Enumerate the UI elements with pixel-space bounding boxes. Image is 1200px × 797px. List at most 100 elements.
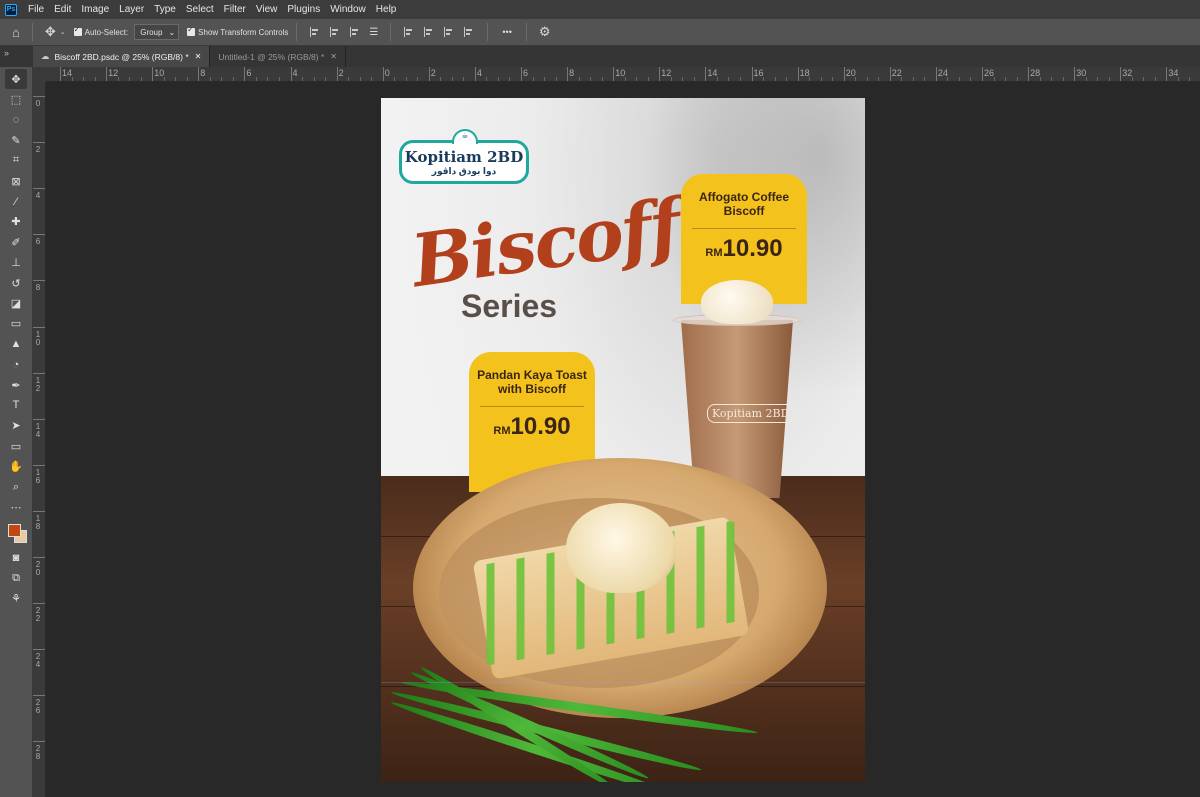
tab-biscoff-document[interactable]: ☁ Biscoff 2BD.psdc @ 25% (RGB/8) * ✕: [33, 46, 211, 67]
ruler-minor-tick: [970, 77, 972, 81]
menu-help[interactable]: Help: [371, 4, 402, 15]
ruler-minor-tick: [71, 77, 73, 81]
ruler-minor-tick: [163, 77, 165, 81]
settings-gear-icon[interactable]: ⚙: [539, 24, 551, 40]
ruler-minor-tick: [947, 77, 949, 81]
ruler-minor-tick: [866, 77, 868, 81]
eyedropper-tool-icon[interactable]: ⁄: [5, 191, 27, 211]
menu-layer[interactable]: Layer: [114, 4, 149, 15]
canvas-area[interactable]: ☕ Kopitiam 2BD دوا بودق داڤور Biscoff Se…: [46, 82, 1200, 797]
generative-icon[interactable]: ⚘: [5, 588, 27, 608]
brand-logo: ☕ Kopitiam 2BD دوا بودق داڤور: [399, 129, 529, 184]
poster-title: Biscoff: [406, 181, 685, 304]
align-right-edges-icon[interactable]: [350, 27, 360, 37]
ruler-label: 28: [35, 744, 41, 762]
ruler-label: 26: [35, 698, 41, 716]
ruler-label: 32: [1122, 68, 1133, 78]
ruler-tick: [33, 603, 45, 605]
ruler-label: 20: [35, 560, 41, 577]
color-swatches[interactable]: [5, 522, 27, 548]
history-brush-tool-icon[interactable]: ↺: [5, 273, 27, 293]
dodge-tool-icon[interactable]: ◔: [5, 354, 27, 374]
ruler-minor-tick: [924, 77, 926, 81]
menu-window[interactable]: Window: [325, 4, 371, 15]
ruler-minor-tick: [878, 77, 880, 81]
price-value: 10.90: [722, 235, 783, 262]
menu-type[interactable]: Type: [149, 4, 181, 15]
tools-panel: ✥ ⬚ ◌ ✎ ⌗ ⊠ ⁄ ✚ ✐ ⊥ ↺ ◪ ▭ ▲ ◔ ✒ T ➤ ▭ ✋ …: [0, 67, 33, 797]
menu-select[interactable]: Select: [181, 4, 219, 15]
show-transform-checkbox[interactable]: [187, 25, 196, 36]
ruler-minor-tick: [912, 77, 914, 81]
blur-tool-icon[interactable]: ▲: [5, 334, 27, 354]
foreground-color-swatch[interactable]: [8, 523, 21, 537]
tool-preset-chevron-down-icon[interactable]: ⌄: [60, 28, 66, 36]
frame-tool-icon[interactable]: ⊠: [5, 171, 27, 191]
move-tool-icon[interactable]: ✥: [45, 24, 56, 40]
screen-mode-icon[interactable]: ⧉: [5, 568, 27, 588]
close-icon[interactable]: ✕: [195, 52, 202, 61]
healing-brush-tool-icon[interactable]: ✚: [5, 212, 27, 232]
ruler-tick: [290, 67, 292, 81]
rectangle-tool-icon[interactable]: ▭: [5, 436, 27, 456]
double-chevron-icon[interactable]: »: [4, 48, 9, 58]
hand-tool-icon[interactable]: ✋: [5, 456, 27, 476]
align-top-edges-icon[interactable]: [404, 27, 414, 37]
crop-tool-icon[interactable]: ⌗: [5, 151, 27, 171]
ruler-label: 12: [35, 375, 41, 393]
horizontal-ruler[interactable]: 14 12 10 8 6 4 2 0 2 4 6 8 10 12 14 16 18 20 22 24 26 28 30 32 3…: [46, 67, 1200, 82]
ruler-minor-tick: [175, 77, 177, 81]
align-bottom-edges-icon[interactable]: [444, 27, 454, 37]
marquee-tool-icon[interactable]: ⬚: [5, 89, 27, 109]
path-selection-tool-icon[interactable]: ➤: [5, 416, 27, 436]
more-options-icon[interactable]: •••: [502, 27, 511, 37]
gradient-tool-icon[interactable]: ▭: [5, 314, 27, 334]
ruler-tick: [382, 67, 384, 81]
close-icon[interactable]: ✕: [330, 52, 337, 61]
eraser-tool-icon[interactable]: ◪: [5, 293, 27, 313]
quick-mask-icon[interactable]: ◙: [5, 548, 27, 568]
distribute-icon[interactable]: ☰: [369, 27, 378, 38]
distribute-vertical-icon[interactable]: [464, 27, 474, 37]
document-canvas[interactable]: ☕ Kopitiam 2BD دوا بودق داڤور Biscoff Se…: [381, 98, 865, 782]
ruler-tick: [567, 67, 569, 81]
brush-tool-icon[interactable]: ✐: [5, 232, 27, 252]
align-horizontal-centers-icon[interactable]: [330, 27, 340, 37]
align-vertical-centers-icon[interactable]: [424, 27, 434, 37]
menu-view[interactable]: View: [251, 4, 283, 15]
vertical-ruler[interactable]: 0246810121416182022242628: [33, 82, 46, 797]
menu-file[interactable]: File: [23, 4, 49, 15]
menu-filter[interactable]: Filter: [219, 4, 251, 15]
edit-toolbar-icon[interactable]: ⋯: [5, 497, 27, 517]
ruler-minor-tick: [624, 77, 626, 81]
align-left-edges-icon[interactable]: [310, 27, 320, 37]
poster-subtitle: Series: [461, 288, 558, 324]
toolbar-collapse[interactable]: »: [0, 46, 33, 67]
cloud-icon: ☁: [41, 51, 50, 61]
move-tool-icon[interactable]: ✥: [5, 69, 27, 90]
menu-edit[interactable]: Edit: [49, 4, 76, 15]
type-tool-icon[interactable]: T: [5, 395, 27, 415]
quick-selection-tool-icon[interactable]: ✎: [5, 130, 27, 150]
item-price: RM10.90: [681, 235, 807, 263]
lasso-tool-icon[interactable]: ◌: [5, 110, 27, 130]
ruler-minor-tick: [267, 77, 269, 81]
tab-untitled-document[interactable]: Untitled-1 @ 25% (RGB/8) * ✕: [210, 46, 346, 67]
menu-plugins[interactable]: Plugins: [282, 4, 325, 15]
ruler-minor-tick: [117, 77, 119, 81]
ruler-minor-tick: [186, 77, 188, 81]
menu-image[interactable]: Image: [76, 4, 114, 15]
pen-tool-icon[interactable]: ✒: [5, 375, 27, 395]
ruler-minor-tick: [1039, 77, 1041, 81]
photoshop-logo-icon[interactable]: Ps: [5, 3, 17, 16]
home-icon[interactable]: ⌂: [12, 25, 20, 40]
ruler-tick: [33, 418, 45, 420]
zoom-tool-icon[interactable]: ⌕: [5, 477, 27, 497]
auto-select-checkbox[interactable]: [73, 25, 82, 36]
ruler-tick: [33, 326, 45, 328]
ruler-minor-tick: [739, 77, 741, 81]
clone-stamp-tool-icon[interactable]: ⊥: [5, 253, 27, 273]
auto-select-dropdown[interactable]: Group ⌄: [134, 24, 180, 40]
divider: [390, 23, 392, 41]
logo-sub-text: دوا بودق داڤور: [431, 165, 497, 176]
